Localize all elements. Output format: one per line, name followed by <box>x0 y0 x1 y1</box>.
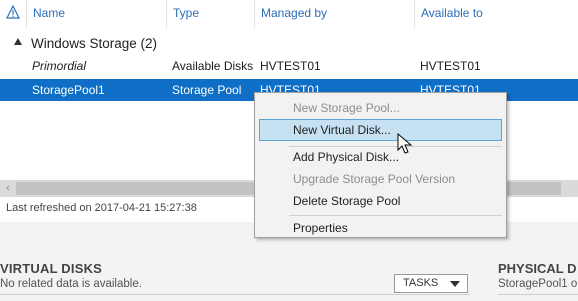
scroll-left-icon[interactable]: ‹ <box>2 182 14 195</box>
cell-name: Primordial <box>32 59 87 73</box>
menu-item-add-physical-disk[interactable]: Add Physical Disk... <box>259 146 502 168</box>
cell-name: StoragePool1 <box>32 83 105 97</box>
column-header-managed-by[interactable]: Managed by <box>255 0 415 28</box>
menu-item-properties[interactable]: Properties <box>259 217 502 239</box>
cell-type: Storage Pool <box>172 83 242 97</box>
cell-managed-by: HVTEST01 <box>260 59 321 73</box>
physical-disks-note: StoragePool1 o <box>498 278 578 290</box>
tasks-dropdown-button[interactable]: TASKS <box>394 274 468 293</box>
column-header-type[interactable]: Type <box>167 0 255 28</box>
column-header-name[interactable]: Name <box>27 0 167 28</box>
divider <box>498 294 578 295</box>
collapse-triangle-icon[interactable] <box>14 38 22 45</box>
menu-item-new-storage-pool[interactable]: New Storage Pool... <box>259 97 502 119</box>
column-header-warning[interactable] <box>0 0 27 28</box>
warning-triangle-icon <box>6 5 20 19</box>
last-refreshed-status: Last refreshed on 2017-04-21 15:27:38 <box>6 202 197 214</box>
virtual-disks-title: VIRTUAL DISKS <box>0 261 103 276</box>
menu-item-delete-storage-pool[interactable]: Delete Storage Pool <box>259 190 502 212</box>
column-header-available-to[interactable]: Available to <box>415 0 578 28</box>
table-row[interactable]: Primordial Available Disks HVTEST01 HVTE… <box>0 55 578 77</box>
chevron-down-icon <box>450 281 460 287</box>
virtual-disks-note: No related data is available. <box>0 278 142 290</box>
physical-disks-title: PHYSICAL D <box>498 261 577 276</box>
mouse-pointer-icon <box>397 133 413 154</box>
cell-type: Available Disks <box>172 59 254 73</box>
divider <box>0 294 470 295</box>
group-row-windows-storage[interactable]: Windows Storage (2) <box>0 33 578 55</box>
cell-available-to: HVTEST01 <box>420 59 481 73</box>
menu-item-new-virtual-disk[interactable]: New Virtual Disk... <box>259 119 502 141</box>
menu-separator <box>289 215 502 216</box>
tasks-label: TASKS <box>403 277 439 289</box>
context-menu: New Storage Pool... New Virtual Disk... … <box>254 92 507 238</box>
menu-item-upgrade-storage-pool-version[interactable]: Upgrade Storage Pool Version <box>259 168 502 190</box>
list-header: Name Type Managed by Available to <box>0 0 578 28</box>
group-label: Windows Storage (2) <box>31 36 158 51</box>
